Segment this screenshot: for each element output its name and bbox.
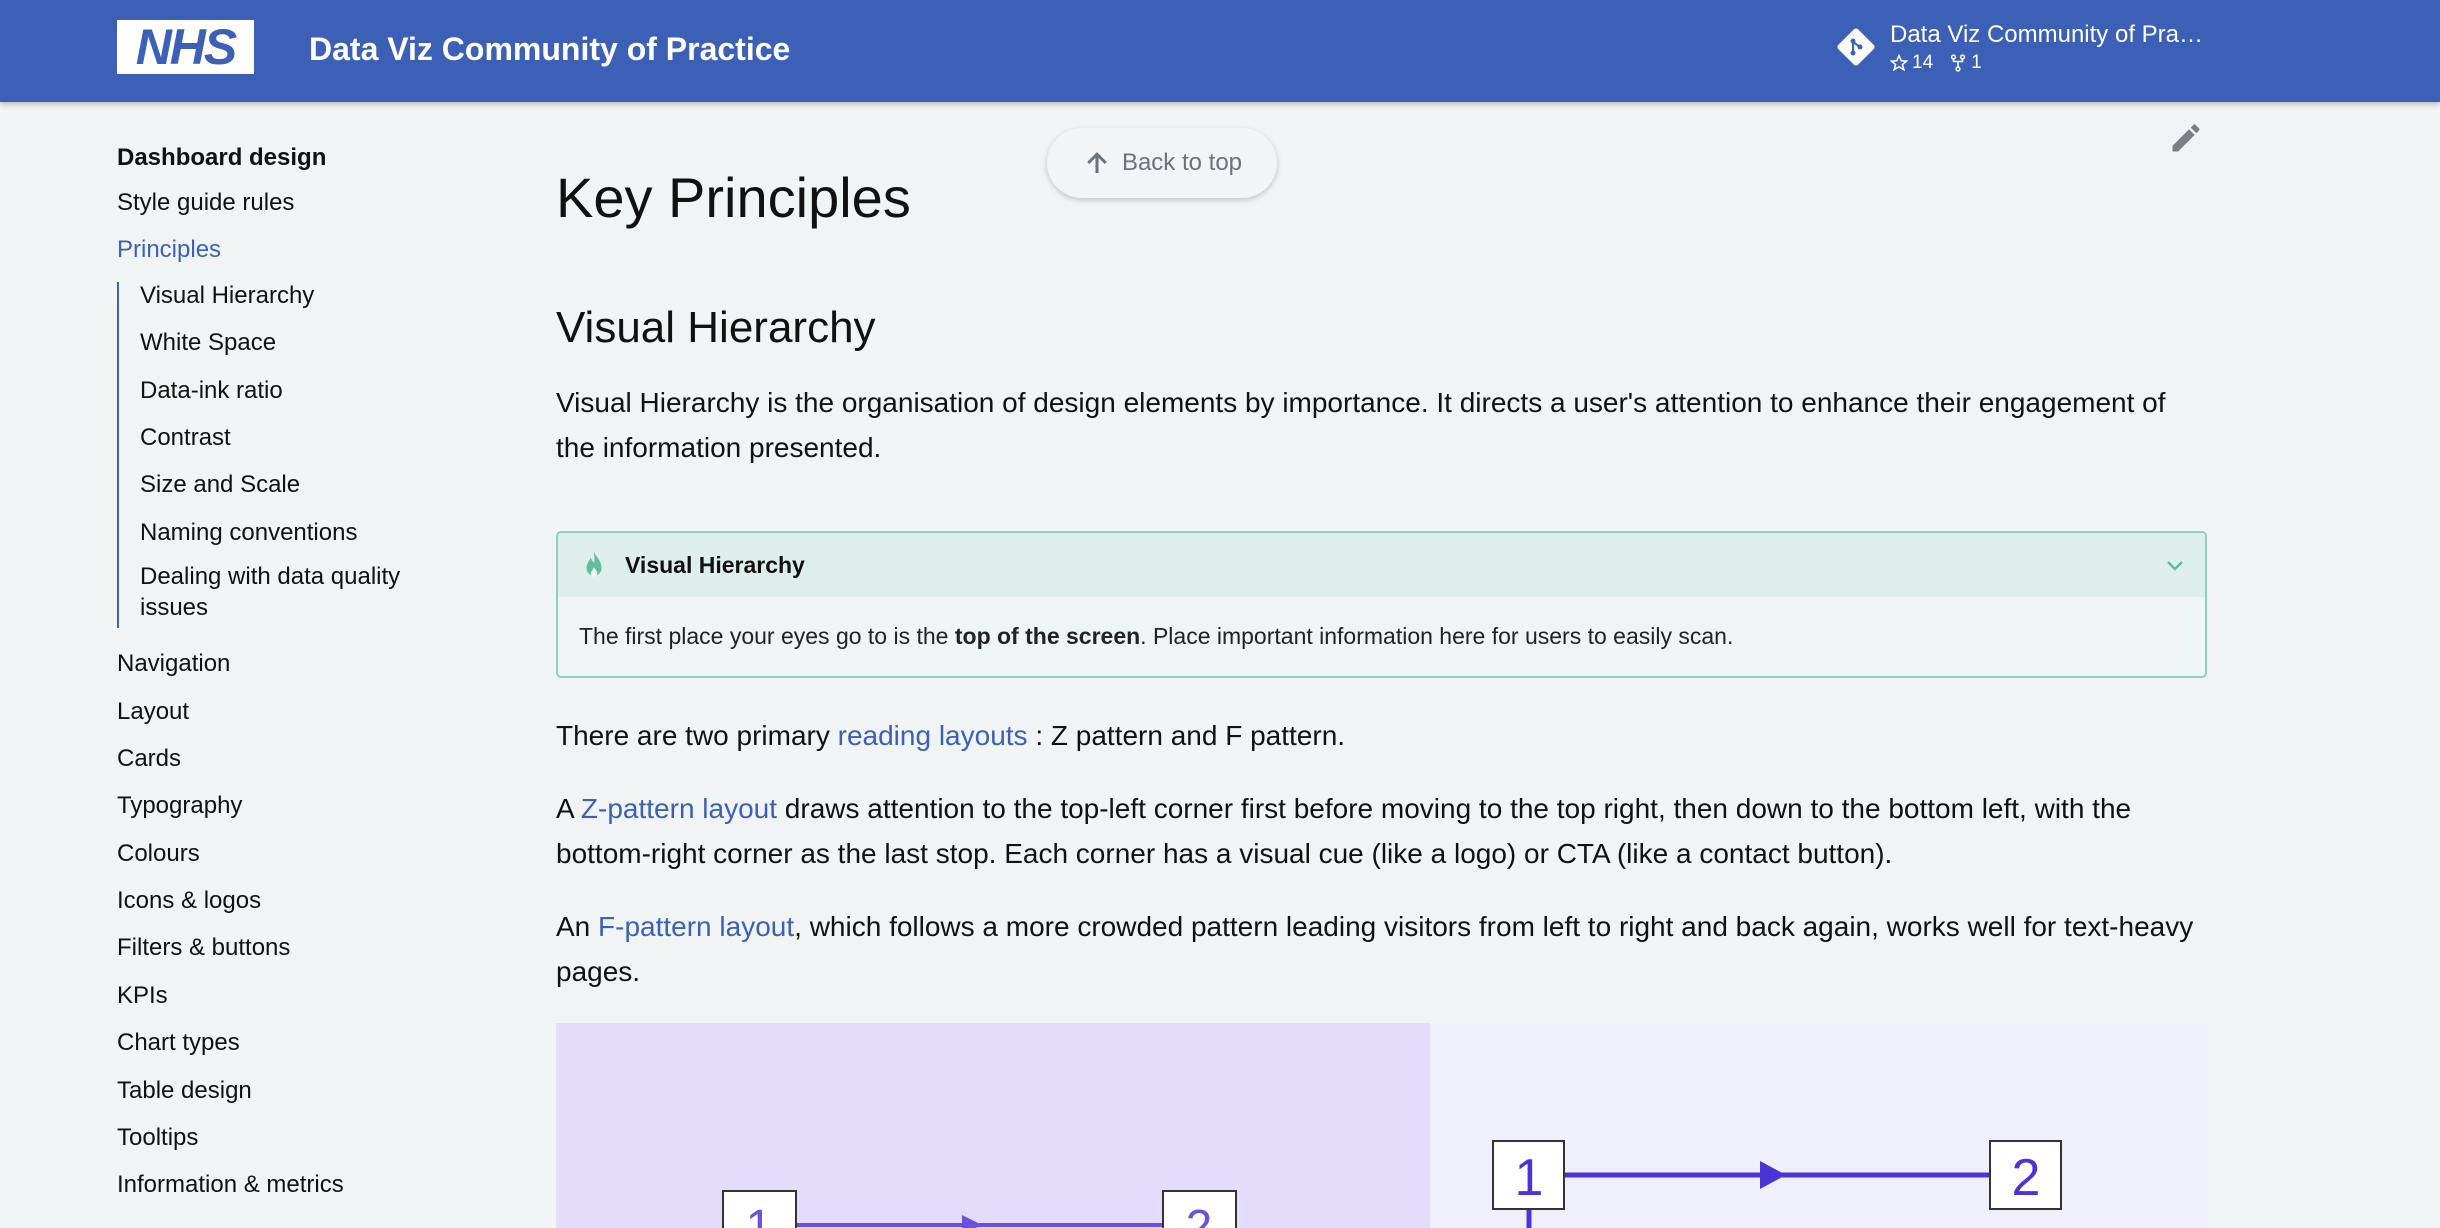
repo-forks: 1 (1949, 52, 1982, 74)
nhs-logo[interactable]: NHS (117, 20, 254, 74)
z-pattern-diagram: 1 2 (556, 1023, 1430, 1228)
sidebar-item-typography[interactable]: Typography (117, 792, 437, 839)
repo-link[interactable]: Data Viz Community of Pra… 14 1 (1836, 20, 2203, 74)
sidebar-subitem-visual-hierarchy[interactable]: Visual Hierarchy (140, 282, 437, 329)
f-box-2-label: 2 (2012, 1149, 2041, 1207)
z-pattern-svg: 1 2 (722, 1190, 1237, 1228)
callout-emphasis: top of the screen (954, 623, 1141, 649)
sidebar-item-tooltips[interactable]: Tooltips (117, 1124, 437, 1171)
reading-patterns-figure: 1 2 1 2 (556, 1023, 2208, 1228)
sidebar-subitem-contrast[interactable]: Contrast (140, 424, 437, 471)
f-pattern-svg: 1 2 (1492, 1140, 2062, 1228)
f-arrow-head (1760, 1161, 1786, 1189)
z-box-2-label: 2 (1186, 1201, 1213, 1228)
sidebar-item-cards[interactable]: Cards (117, 745, 437, 792)
f-pattern-paragraph: An F-pattern layout, which follows a mor… (556, 911, 2194, 987)
sidebar-item-table-design[interactable]: Table design (117, 1077, 437, 1124)
f-pattern-diagram: 1 2 (1430, 1023, 2208, 1228)
sidebar-item-style-guide-rules[interactable]: Style guide rules (117, 189, 437, 236)
sidebar-item-icons-logos[interactable]: Icons & logos (117, 887, 437, 934)
fork-icon (1951, 54, 1966, 72)
callout-body: The first place your eyes go to is the t… (579, 623, 1734, 649)
sidebar-heading: Dashboard design (117, 144, 327, 171)
repo-name: Data Viz Community of Pra… (1890, 21, 2203, 48)
f-box-1-label: 1 (1515, 1149, 1544, 1207)
callout-title: Visual Hierarchy (625, 551, 805, 578)
z-arrow-head (962, 1215, 982, 1228)
star-icon (1890, 54, 1908, 72)
callout-box: Visual Hierarchy The first place your ey… (556, 531, 2207, 678)
sidebar-nav: Dashboard design Style guide rules Princ… (117, 144, 437, 1219)
reading-layouts-paragraph: There are two primary reading layouts : … (556, 720, 1346, 751)
z-pattern-link[interactable]: Z-pattern layout (581, 793, 777, 824)
reading-layouts-link[interactable]: reading layouts (838, 720, 1028, 751)
sidebar-subitem-data-ink-ratio[interactable]: Data-ink ratio (140, 377, 437, 424)
git-icon (1837, 28, 1875, 66)
forks-count: 1 (1971, 52, 1982, 73)
z-pattern-paragraph: A Z-pattern layout draws attention to th… (556, 793, 2132, 869)
sidebar-subitem-naming-conventions[interactable]: Naming conventions (140, 519, 437, 566)
fire-icon (586, 551, 602, 577)
main-content: Key Principles Visual Hierarchy Visual H… (556, 170, 2208, 470)
sidebar-subitem-data-quality[interactable]: Dealing with data quality issues (140, 561, 437, 628)
sidebar-item-layout[interactable]: Layout (117, 698, 437, 745)
sidebar-item-kpis[interactable]: KPIs (117, 982, 437, 1029)
f-pattern-link[interactable]: F-pattern layout (598, 911, 794, 942)
site-title[interactable]: Data Viz Community of Practice (309, 31, 790, 68)
chevron-down-icon[interactable] (2163, 553, 2187, 577)
sidebar-item-colours[interactable]: Colours (117, 840, 437, 887)
sidebar-subnav: Visual Hierarchy White Space Data-ink ra… (117, 281, 437, 629)
sidebar-item-chart-types[interactable]: Chart types (117, 1029, 437, 1076)
section-title: Visual Hierarchy (556, 303, 876, 352)
page-title: Key Principles (556, 166, 911, 229)
intro-paragraph: Visual Hierarchy is the organisation of … (556, 387, 2166, 463)
z-box-1-label: 1 (746, 1201, 773, 1228)
sidebar-subitem-size-and-scale[interactable]: Size and Scale (140, 471, 437, 518)
stars-count: 14 (1912, 52, 1934, 73)
edit-icon[interactable] (2168, 120, 2204, 156)
sidebar-subitem-white-space[interactable]: White Space (140, 329, 437, 376)
sidebar-item-information-metrics[interactable]: Information & metrics (117, 1171, 437, 1218)
sidebar-item-filters-buttons[interactable]: Filters & buttons (117, 934, 437, 981)
repo-stars: 14 (1890, 52, 1933, 74)
sidebar-item-navigation[interactable]: Navigation (117, 650, 437, 697)
site-header: NHS Data Viz Community of Practice Data … (0, 0, 2440, 102)
sidebar-item-principles[interactable]: Principles (117, 236, 437, 283)
callout-header[interactable]: Visual Hierarchy (558, 533, 2205, 597)
